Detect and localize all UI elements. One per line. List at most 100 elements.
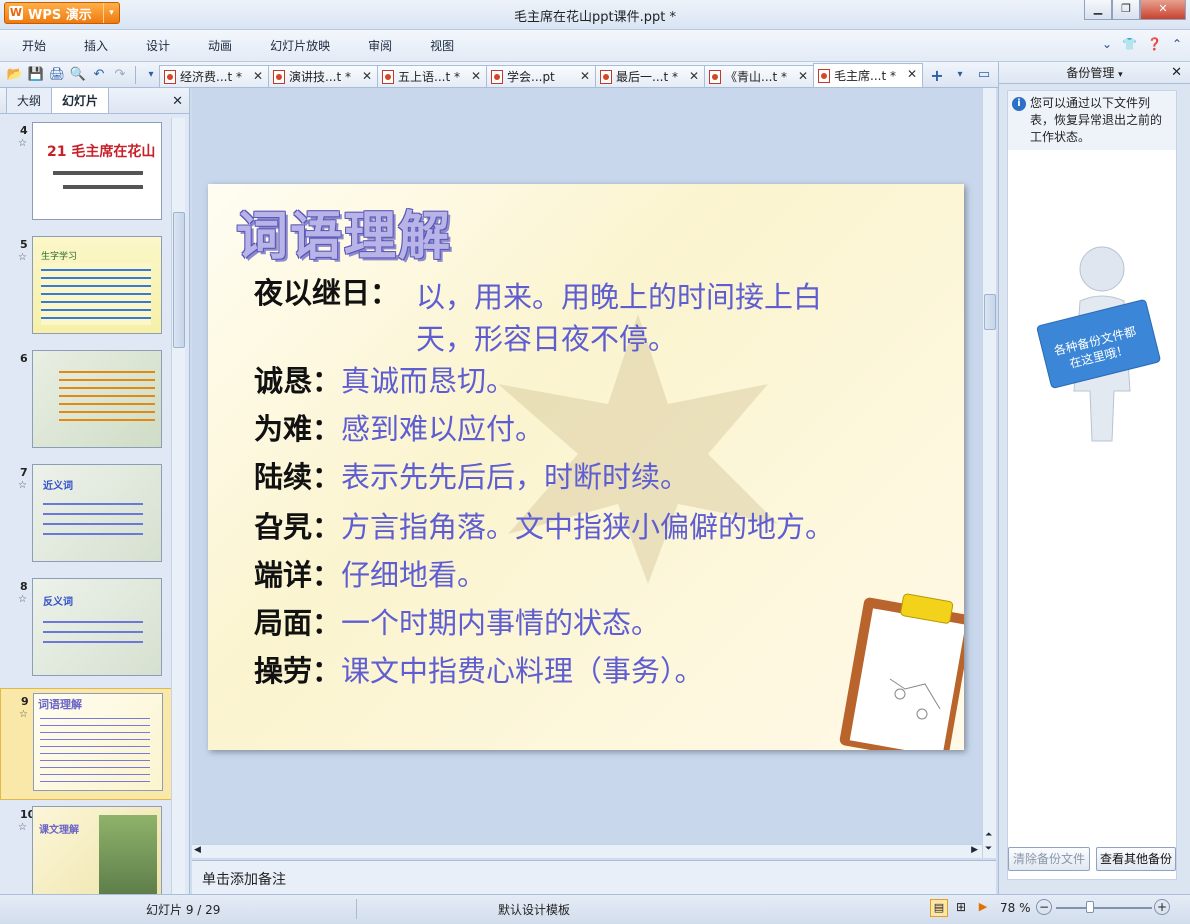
slide-preview	[32, 350, 162, 448]
normal-view-icon[interactable]: ▤	[930, 899, 948, 917]
skin-shirt-icon[interactable]: 👕	[1122, 37, 1137, 51]
slide-sorter-view-icon[interactable]: ⊞	[952, 899, 970, 917]
doc-tab[interactable]: 《青山...t * ✕	[704, 65, 814, 87]
menu-slideshow[interactable]: 幻灯片放映	[248, 37, 346, 54]
slide-thumbnail[interactable]: 4 ☆ 21 毛主席在花山	[0, 118, 172, 230]
close-icon[interactable]: ✕	[907, 67, 917, 81]
slide-number: 6	[20, 352, 28, 365]
term-label: 夜以继日：	[254, 276, 400, 310]
clear-backup-button[interactable]: 清除备份文件	[1008, 847, 1090, 871]
slide-position: 幻灯片 9 / 29	[146, 903, 221, 917]
close-icon[interactable]: ✕	[471, 69, 481, 83]
view-other-backups-button[interactable]: 查看其他备份	[1096, 847, 1176, 871]
menu-insert[interactable]: 插入	[62, 37, 124, 54]
chevron-down-icon[interactable]: ⌄	[1102, 37, 1112, 51]
doc-tab-label: 最后一...t *	[616, 70, 678, 84]
undo-icon[interactable]: ↶	[90, 66, 108, 84]
thumb-title: 21 毛主席在花山	[47, 144, 156, 160]
doc-tab[interactable]: 最后一...t * ✕	[595, 65, 705, 87]
slide-thumbnail[interactable]: 7 ☆ 近义词	[0, 460, 172, 572]
menu-home[interactable]: 开始	[0, 37, 62, 54]
menu-view[interactable]: 视图	[408, 37, 470, 54]
tab-outline[interactable]: 大纲	[6, 87, 53, 113]
zoom-slider[interactable]	[1056, 907, 1152, 909]
zoom-out-icon[interactable]: −	[1036, 899, 1052, 915]
quick-access-toolbar: 📂 💾 🖨 🔍 ↶ ↷ ▾	[0, 63, 160, 87]
thumb-title: 生字学习	[41, 252, 78, 262]
new-tab-plus-icon[interactable]: +	[923, 65, 951, 87]
slide-preview: 21 毛主席在花山	[32, 122, 162, 220]
close-window-button[interactable]: ✕	[1140, 0, 1186, 20]
close-icon[interactable]: ✕	[798, 69, 808, 83]
close-icon[interactable]: ✕	[172, 94, 183, 109]
tab-list-dropdown-icon[interactable]: ▾	[951, 66, 969, 84]
thumb-title: 课文理解	[39, 825, 79, 836]
term-label: 局面：	[254, 606, 342, 640]
ribbon-collapse-icon[interactable]: ⌃	[1172, 37, 1182, 51]
term-definition: 表示先先后后，时断时续。	[341, 460, 690, 494]
term-entry: 夜以继日：	[254, 272, 399, 314]
slide-thumbnail[interactable]: 6	[0, 346, 172, 458]
backup-info: i 您可以通过以下文件列表，恢复异常退出之前的工作状态。	[1008, 91, 1176, 150]
chevron-down-icon[interactable]: ▾	[1118, 70, 1123, 80]
definition-line: 天，形容日夜不停。	[416, 322, 678, 356]
close-icon[interactable]: ✕	[253, 69, 263, 83]
slideshow-view-icon[interactable]: ▶	[974, 899, 992, 917]
tab-slides[interactable]: 幻灯片	[51, 87, 110, 113]
print-preview-icon[interactable]: 🔍	[69, 66, 87, 84]
window-title: 毛主席在花山ppt课件.ppt *	[514, 10, 676, 25]
notes-pane[interactable]: 单击添加备注	[192, 860, 996, 894]
customize-toolbar-icon[interactable]: ▾	[142, 66, 160, 84]
doc-tab-label: 经济费...t *	[180, 70, 242, 84]
doc-tab[interactable]: 学会...pt ✕	[486, 65, 596, 87]
doc-tab-label: 五上语...t *	[398, 70, 460, 84]
close-icon[interactable]: ✕	[580, 69, 590, 83]
close-icon[interactable]: ✕	[689, 69, 699, 83]
zoom-slider-thumb[interactable]	[1086, 901, 1094, 913]
slide-thumbnail[interactable]: 5 ☆ 生字学习	[0, 232, 172, 344]
editor-vertical-scrollbar[interactable]: ⏶ ⏷	[982, 88, 996, 858]
ppt-file-icon	[382, 69, 394, 84]
doc-tab[interactable]: 经济费...t * ✕	[159, 65, 269, 87]
minimize-button[interactable]: ▁	[1084, 0, 1112, 20]
term-entry: 为难：感到难以应付。	[254, 408, 544, 450]
menu-design[interactable]: 设计	[124, 37, 186, 54]
help-icon[interactable]: ❓	[1147, 37, 1162, 51]
scroll-right-icon[interactable]: ▶	[971, 845, 978, 855]
menu-review[interactable]: 审阅	[346, 37, 408, 54]
doc-tab-label: 学会...pt	[507, 70, 555, 84]
zoom-level: 78 %	[1000, 901, 1031, 915]
editor-horizontal-scrollbar[interactable]: ◀ ▶	[192, 844, 982, 858]
doc-tab[interactable]: 演讲技...t * ✕	[268, 65, 378, 87]
doc-tab-active[interactable]: 毛主席...t * ✕	[813, 63, 923, 87]
close-icon[interactable]: ✕	[1171, 62, 1182, 84]
slide-thumbnail[interactable]: 10 ☆ 课文理解	[0, 802, 172, 894]
term-label: 操劳：	[254, 654, 342, 688]
slide-preview: 词语理解	[33, 693, 163, 791]
animation-star-icon: ☆	[18, 822, 27, 833]
prev-slide-icon[interactable]: ⏶	[985, 830, 992, 840]
slide-thumbnail[interactable]: 8 ☆ 反义词	[0, 574, 172, 686]
slides-panel-scrollbar[interactable]	[171, 118, 185, 894]
scrollbar-thumb[interactable]	[984, 294, 996, 330]
zoom-in-icon[interactable]: +	[1154, 899, 1170, 915]
open-folder-icon[interactable]: 📂	[6, 66, 24, 84]
animation-star-icon: ☆	[18, 480, 27, 491]
print-icon[interactable]: 🖨	[48, 66, 66, 84]
close-icon[interactable]: ✕	[362, 69, 372, 83]
current-slide[interactable]: 词语理解 夜以继日： 以，用来。用晚上的时间接上白 天，形容日夜不停。 诚恳：真…	[208, 184, 964, 750]
doc-tab[interactable]: 五上语...t * ✕	[377, 65, 487, 87]
slide-thumbnail-selected[interactable]: 9 ☆ 词语理解	[0, 688, 172, 800]
maximize-button[interactable]: ❐	[1112, 0, 1140, 20]
window-layout-icon[interactable]: ▭	[975, 66, 993, 84]
next-slide-icon[interactable]: ⏷	[985, 844, 992, 854]
menu-animation[interactable]: 动画	[186, 37, 248, 54]
backup-panel-body: i 您可以通过以下文件列表，恢复异常退出之前的工作状态。 各种备份文件都在这里哦…	[1007, 90, 1177, 880]
backup-panel-title[interactable]: 备份管理	[1066, 66, 1114, 80]
save-icon[interactable]: 💾	[27, 66, 45, 84]
scroll-left-icon[interactable]: ◀	[194, 845, 201, 855]
scrollbar-thumb[interactable]	[173, 212, 185, 348]
redo-icon[interactable]: ↷	[111, 66, 129, 84]
term-entry: 陆续：表示先先后后，时断时续。	[254, 456, 689, 498]
slide-number: 5	[20, 238, 28, 251]
